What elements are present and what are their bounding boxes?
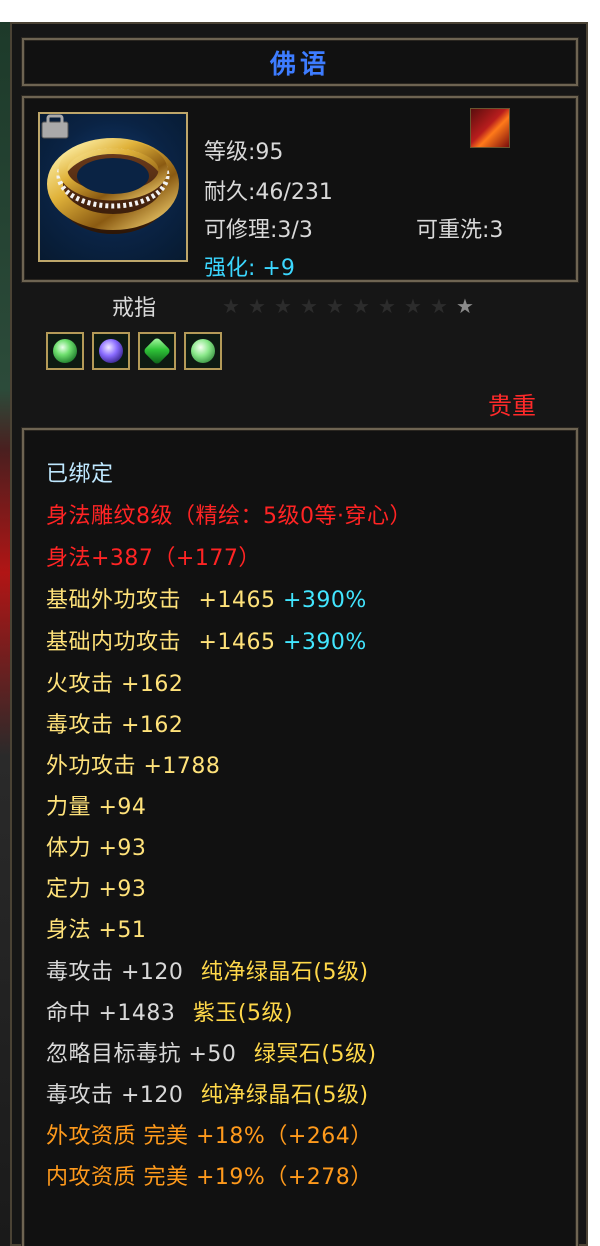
star-empty-icon: ★ [430, 294, 448, 318]
purple-gem-icon [92, 332, 130, 370]
stat-label: 基础外功攻击 [46, 588, 182, 613]
gem-stat-2: 命中 +1483 紫玉(5级) [46, 995, 293, 1027]
star-empty-icon: ★ [352, 294, 370, 318]
jade-gem-icon [184, 332, 222, 370]
enhance-value: +9 [262, 256, 295, 281]
external-attack: 外功攻击 +1788 [46, 754, 221, 779]
item-rarity: 贵重 [488, 392, 536, 420]
ring-icon [38, 112, 188, 262]
item-enhance: 强化: +9 [204, 250, 295, 282]
stat-percent: +390% [282, 588, 367, 613]
star-empty-icon: ★ [274, 294, 292, 318]
engrave-agility: 身法+387（+177） [46, 546, 261, 571]
item-rewash-count: 可重洗:3 [416, 218, 504, 243]
emerald-gem-icon [138, 332, 176, 370]
engrave-line: 身法雕纹8级（精绘：5级0等·穿心） [46, 504, 412, 529]
agility: 身法 +51 [46, 918, 147, 943]
stat-value: +1465 [198, 588, 276, 613]
gem-stat-value: 命中 +1483 [46, 1001, 176, 1026]
stat-value: +1465 [198, 630, 276, 655]
item-type-name: 戒指 [112, 296, 157, 321]
base-external-attack: 基础外功攻击 +1465 +390% [46, 582, 367, 614]
gem-stat-value: 毒攻击 +120 [46, 1083, 184, 1108]
flame-skill-icon [470, 108, 510, 148]
gem-name: 紫玉(5级) [192, 1001, 294, 1026]
star-empty-icon: ★ [378, 294, 396, 318]
enhance-label: 强化: [204, 256, 256, 281]
gem-stat-4: 毒攻击 +120 纯净绿晶石(5级) [46, 1077, 369, 1109]
poison-attack: 毒攻击 +162 [46, 713, 184, 738]
focus: 定力 +93 [46, 877, 147, 902]
green-gem-icon [46, 332, 84, 370]
star-rating: ★ ★ ★ ★ ★ ★ ★ ★ ★ ★ [222, 296, 476, 316]
star-empty-icon: ★ [456, 294, 474, 318]
tooltip-title-bar: 佛语 [22, 38, 578, 86]
stat-percent: +390% [282, 630, 367, 655]
gem-stat-value: 毒攻击 +120 [46, 960, 184, 985]
internal-attack-quality: 内攻资质 完美 +19%（+278） [46, 1165, 373, 1190]
item-info-panel: 等级:95 耐久:46/231 可修理:3/3 可重洗:3 强化: +9 [22, 96, 578, 282]
item-durability: 耐久:46/231 [204, 180, 333, 205]
stat-label: 基础内功攻击 [46, 630, 182, 655]
item-stats-panel: 已绑定 身法雕纹8级（精绘：5级0等·穿心） 身法+387（+177） 基础外功… [22, 428, 578, 1246]
bound-status: 已绑定 [46, 462, 114, 487]
gem-stat-3: 忽略目标毒抗 +50 绿冥石(5级) [46, 1036, 377, 1068]
gem-name: 绿冥石(5级) [253, 1042, 377, 1067]
gem-stat-value: 忽略目标毒抗 +50 [46, 1042, 237, 1067]
stamina: 体力 +93 [46, 836, 147, 861]
bound-lock-icon [41, 114, 69, 139]
strength: 力量 +94 [46, 795, 147, 820]
gem-sockets [46, 332, 222, 370]
external-attack-quality: 外攻资质 完美 +18%（+264） [46, 1124, 373, 1149]
star-empty-icon: ★ [300, 294, 318, 318]
star-empty-icon: ★ [248, 294, 266, 318]
star-empty-icon: ★ [404, 294, 422, 318]
star-empty-icon: ★ [326, 294, 344, 318]
item-title: 佛语 [269, 49, 330, 80]
fire-attack: 火攻击 +162 [46, 672, 184, 697]
game-screen: 佛语 等级:95 耐久:46/231 可修理:3/3 可重洗:3 强化: +9 … [0, 0, 600, 1246]
gem-name: 纯净绿晶石(5级) [200, 960, 369, 985]
item-repair-count: 可修理:3/3 [204, 218, 313, 243]
gem-stat-1: 毒攻击 +120 纯净绿晶石(5级) [46, 954, 369, 986]
item-level: 等级:95 [204, 140, 284, 165]
gem-name: 纯净绿晶石(5级) [200, 1083, 369, 1108]
item-tooltip: 佛语 等级:95 耐久:46/231 可修理:3/3 可重洗:3 强化: +9 … [10, 22, 588, 1246]
star-empty-icon: ★ [222, 294, 240, 318]
base-internal-attack: 基础内功攻击 +1465 +390% [46, 624, 367, 656]
